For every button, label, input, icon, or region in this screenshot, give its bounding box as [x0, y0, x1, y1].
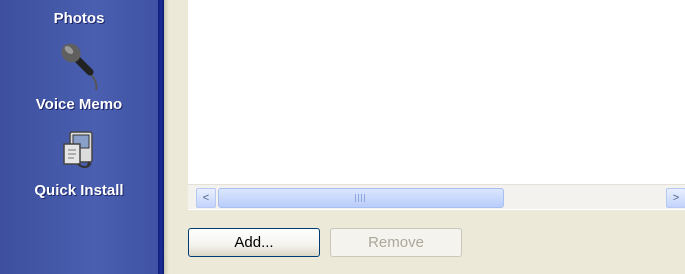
sidebar: Photos Voice Memo Quick Install	[0, 0, 158, 274]
scroll-right-button[interactable]: >	[666, 188, 685, 208]
scroll-grip-icon	[355, 194, 367, 202]
sidebar-item-voice-memo[interactable]: Voice Memo	[0, 96, 158, 113]
remove-button[interactable]: Remove	[330, 228, 462, 257]
quick-install-icon[interactable]	[60, 128, 100, 176]
file-list[interactable]	[188, 0, 685, 210]
microphone-icon[interactable]	[58, 40, 108, 92]
horizontal-scrollbar[interactable]: < >	[188, 184, 685, 209]
scroll-thumb[interactable]	[218, 188, 504, 208]
sidebar-item-quick-install[interactable]: Quick Install	[0, 182, 158, 199]
panel-separator	[164, 0, 171, 274]
scroll-left-button[interactable]: <	[196, 188, 216, 208]
sidebar-item-photos[interactable]: Photos	[0, 10, 158, 27]
add-button[interactable]: Add...	[188, 228, 320, 257]
